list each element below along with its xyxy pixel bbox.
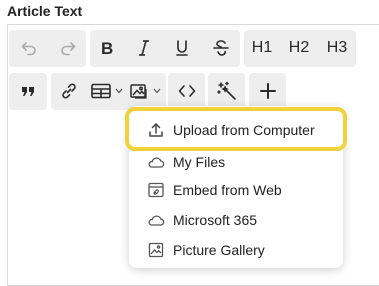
table-icon [91, 83, 111, 99]
insert-link-button[interactable] [55, 74, 83, 108]
magic-wand-button[interactable] [212, 74, 242, 108]
menu-item-embed-from-web[interactable]: Embed from Web [129, 175, 343, 205]
cloud-icon [147, 211, 165, 229]
blockquote-button[interactable] [13, 74, 43, 108]
menu-item-picture-gallery[interactable]: Picture Gallery [129, 235, 343, 265]
menu-item-my-files[interactable]: My Files [129, 147, 343, 177]
code-icon [178, 85, 196, 97]
cloud-icon [147, 153, 165, 171]
bold-icon: B [101, 40, 113, 56]
menu-item-label: Picture Gallery [173, 242, 265, 258]
undo-button[interactable] [15, 31, 43, 65]
insert-image-button[interactable] [128, 74, 164, 108]
redo-icon [61, 42, 76, 56]
heading1-button[interactable]: H1 [247, 31, 277, 65]
quote-icon [22, 87, 34, 96]
insert-table-button[interactable] [89, 74, 125, 108]
menu-item-label: My Files [173, 154, 226, 170]
heading3-button[interactable]: H3 [322, 31, 352, 65]
menu-item-upload-from-computer[interactable]: Upload from Computer [129, 115, 343, 145]
menu-item-label: Upload from Computer [173, 122, 315, 138]
upload-icon [147, 121, 165, 139]
undo-icon [21, 42, 36, 56]
embed-web-icon [147, 181, 165, 199]
chevron-down-icon [153, 88, 161, 94]
bold-button[interactable]: B [94, 31, 120, 65]
italic-icon [139, 40, 149, 56]
magic-wand-icon [217, 81, 236, 100]
field-label: Article Text [7, 3, 83, 19]
plus-icon [260, 83, 276, 99]
menu-item-label: Embed from Web [173, 182, 282, 198]
image-icon [130, 84, 147, 99]
link-icon [62, 83, 76, 99]
italic-button[interactable] [131, 31, 157, 65]
underline-button[interactable] [169, 31, 195, 65]
redo-button[interactable] [54, 31, 82, 65]
chevron-down-icon [115, 88, 123, 94]
heading2-button[interactable]: H2 [284, 31, 314, 65]
menu-item-label: Microsoft 365 [173, 212, 258, 228]
strikethrough-icon [213, 40, 229, 56]
strikethrough-button[interactable] [207, 31, 235, 65]
code-button[interactable] [172, 74, 202, 108]
gallery-icon [147, 241, 165, 259]
underline-icon [176, 40, 188, 56]
svg-text:B: B [101, 40, 113, 56]
menu-item-microsoft-365[interactable]: Microsoft 365 [129, 205, 343, 235]
add-more-button[interactable] [253, 74, 283, 108]
